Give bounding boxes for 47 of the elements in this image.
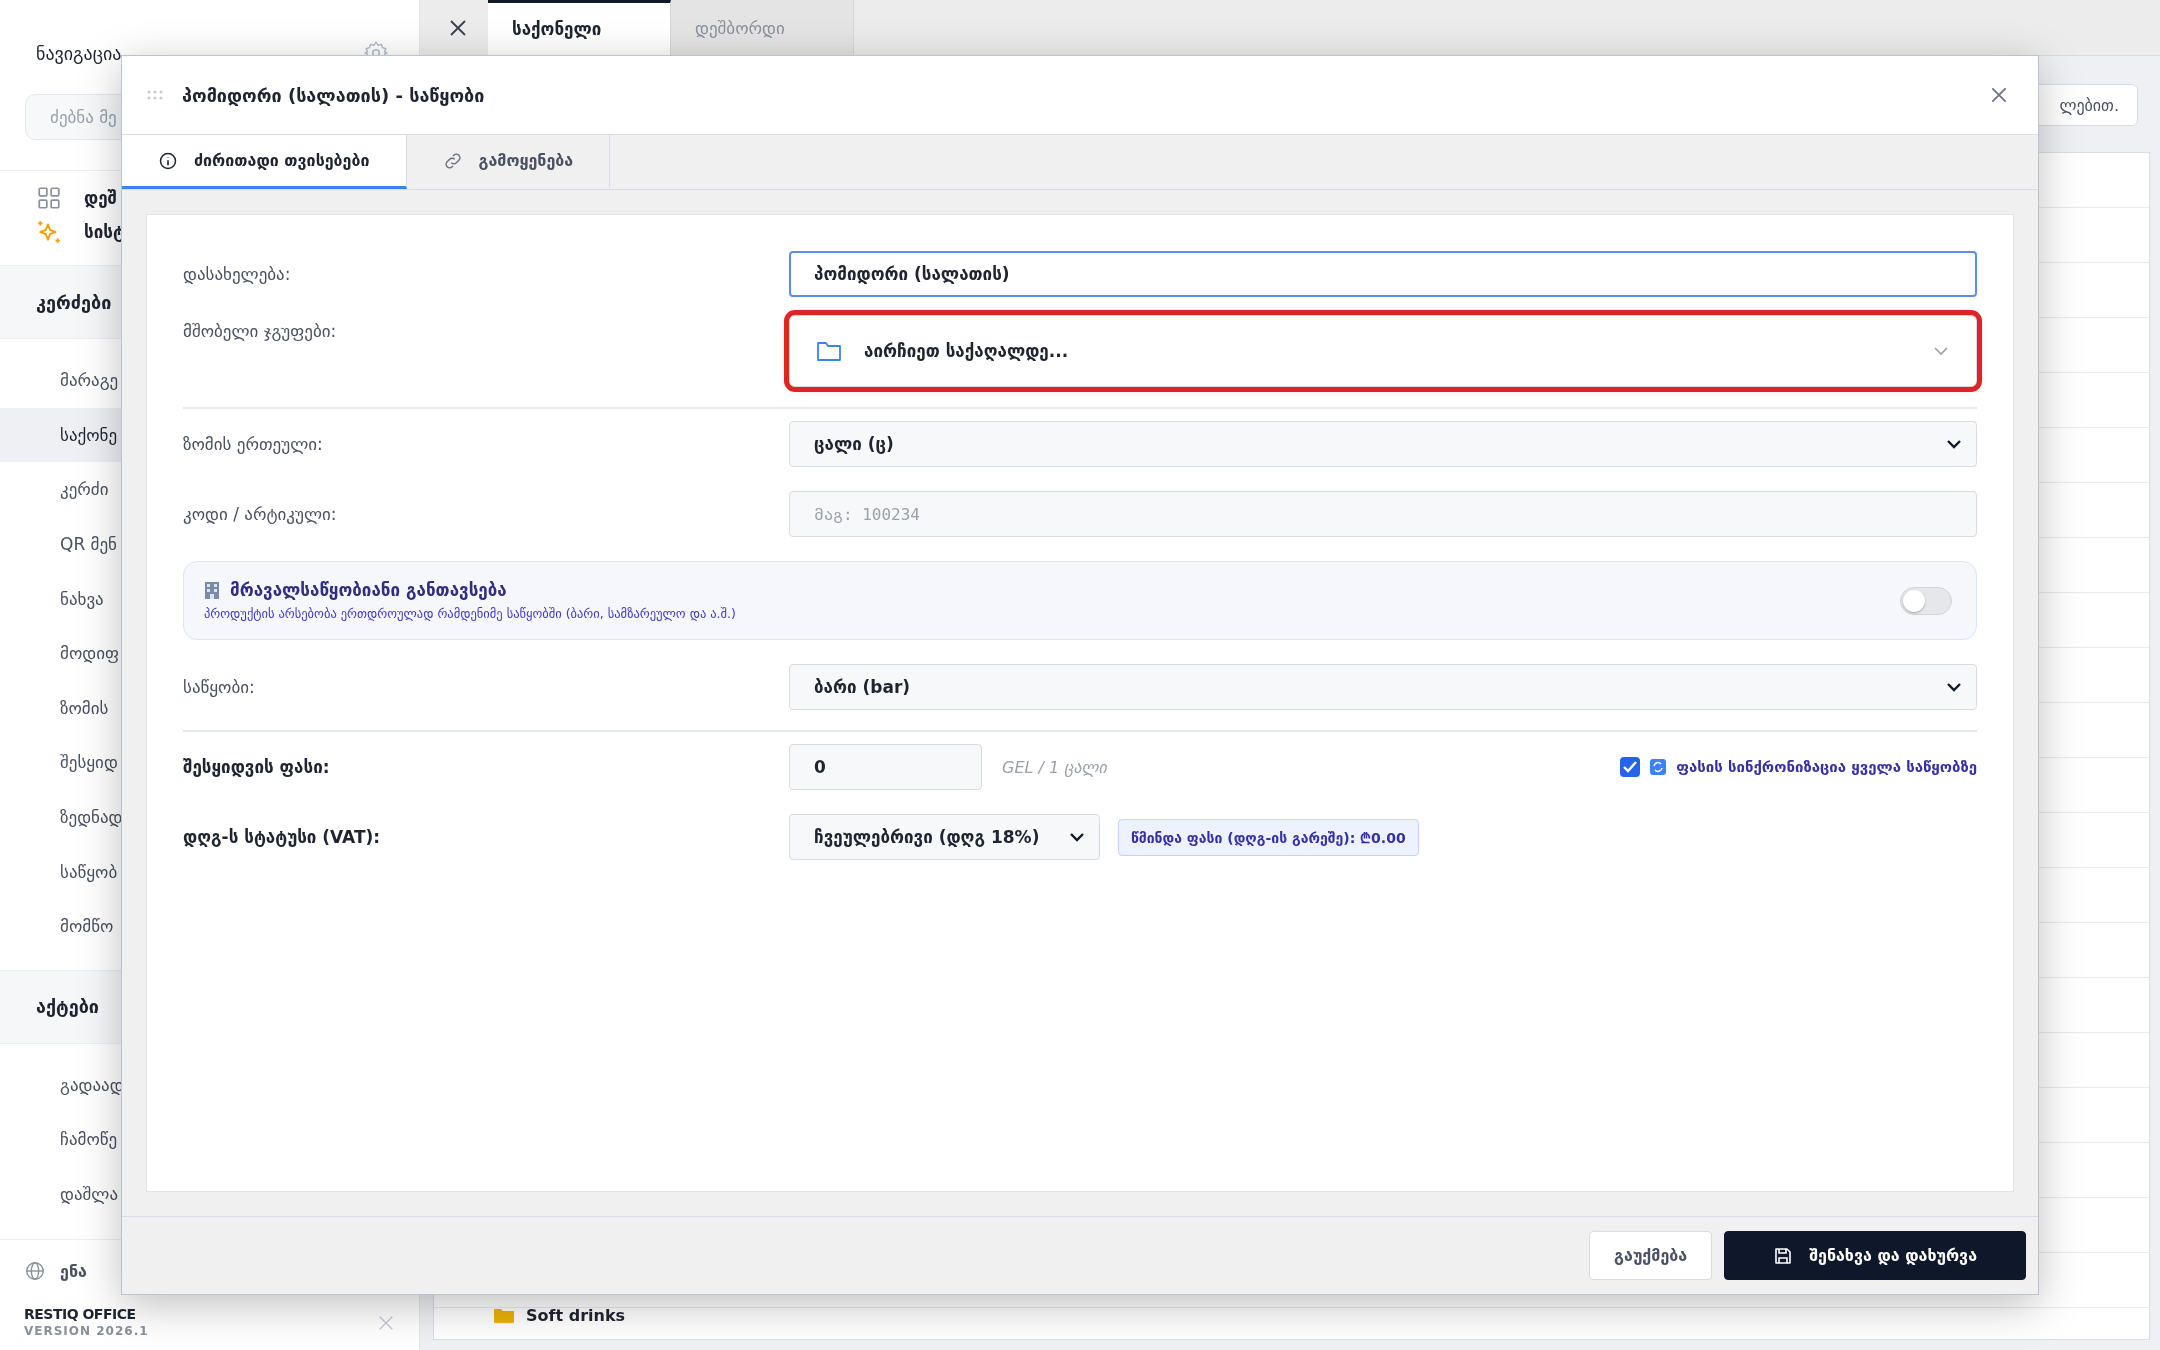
sparkle-icon [36,219,62,245]
grid-icon [36,185,62,211]
table-row-label: Soft drinks [526,1305,626,1325]
info-icon [158,150,178,171]
panel-description: პროდუქტის არსებობა ერთდროულად რამდენიმე საწყობში (ბარი, სამზარეულო და ა.შ.) [204,606,737,621]
select-field[interactable]: ჩვეულებრივი (დღგ 18%) [789,814,1100,860]
link-icon [442,150,463,171]
language-link[interactable]: ენა [60,1261,87,1281]
chevron-down-icon [1946,681,1962,693]
text-field[interactable]: მაგ: 100234 [789,491,1977,537]
field-label: საწყობი: [183,677,256,697]
sidebar-item[interactable]: დეშ [84,188,117,208]
field-label: კოდი / არტიკული: [183,504,338,524]
sidebar-title: ნავიგაცია [36,42,122,64]
chevron-down-icon [1946,438,1962,450]
net-price-badge: წმინდა ფასი (დღგ-ის გარეშე): ₾0.00 [1118,818,1419,856]
building-icon [204,581,220,599]
folder-icon [816,340,842,362]
tab[interactable]: ძირითადი თვისებები [122,135,407,189]
sync-icon [1650,759,1667,775]
chevron-down-icon [1932,345,1950,357]
checkbox[interactable] [1620,757,1641,777]
folder-icon [494,1307,514,1323]
select-field[interactable]: ცალი (ც) [789,421,1977,467]
save-icon [1773,1245,1794,1266]
save-button[interactable]: შენახვა და დახურვა [1724,1231,2026,1280]
toggle-switch[interactable] [1900,586,1952,615]
drag-handle-icon[interactable] [146,89,164,101]
chevron-down-icon [1069,831,1085,843]
field-label: მშობელი ჯგუფები: [183,321,338,341]
tab[interactable]: საქონელი [488,0,671,55]
unit-label: GEL / 1 ცალი [1002,757,1108,777]
dialog-title: პომიდორი (სალათის) - საწყობი [182,84,486,106]
checkbox-label: ფასის სინქრონიზაცია ყველა საწყობზე [1676,758,1977,776]
field-label: დასახელება: [183,264,292,284]
globe-icon[interactable] [24,1260,46,1282]
field-label: ზომის ერთეული: [183,434,324,454]
brand-name: RESTIQ OFFICE [24,1306,137,1322]
version-label: VERSION 2026.1 [24,1324,149,1338]
select-field[interactable]: ბარი (bar) [789,664,1977,710]
close-icon[interactable] [448,17,468,38]
price-field[interactable]: 0 [789,744,982,790]
field-label: დღგ-ს სტატუსი (VAT): [183,827,382,847]
panel-title: მრავალსაწყობიანი განთავსება [230,580,507,600]
cancel-button[interactable]: გაუქმება [1589,1231,1713,1280]
field-label: შესყიდვის ფასი: [183,757,331,777]
text-field[interactable]: პომიდორი (სალათის) [789,251,1977,297]
